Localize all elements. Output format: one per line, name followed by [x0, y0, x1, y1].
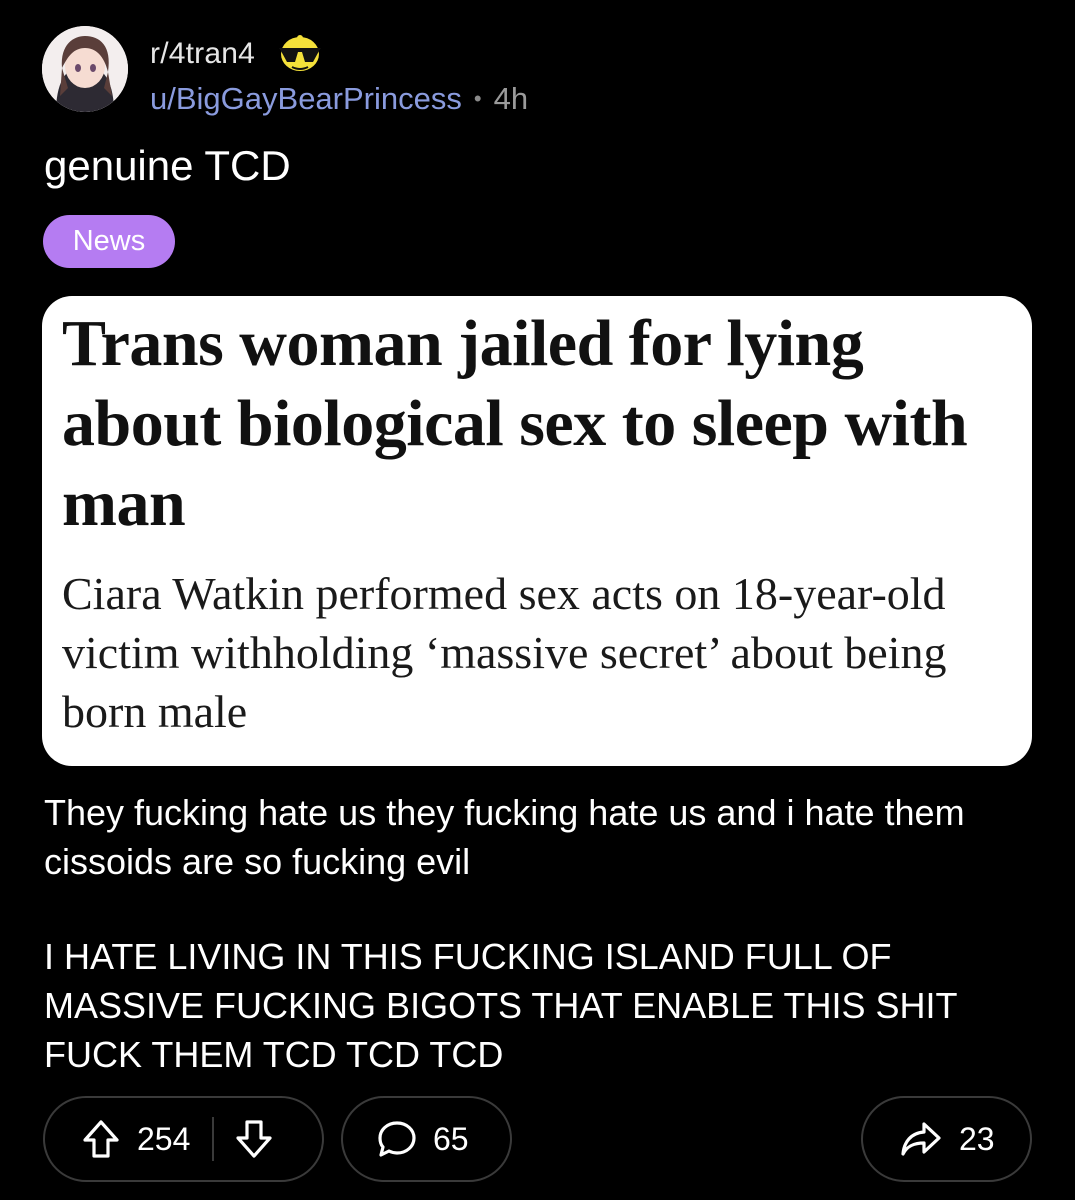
sunglasses-icon [279, 35, 321, 71]
downvote-icon[interactable] [234, 1118, 274, 1160]
article-standfirst: Ciara Watkin performed sex acts on 18-ye… [62, 568, 947, 737]
author-username[interactable]: u/BigGayBearPrincess [150, 81, 462, 117]
post-actions: 254 65 23 [43, 1096, 1033, 1184]
article-headline: Trans woman jailed for lying about biolo… [62, 307, 968, 540]
subreddit-name[interactable]: r/4tran4 [150, 37, 255, 71]
post-flair[interactable]: News [43, 215, 175, 268]
vote-divider [212, 1117, 215, 1161]
comment-icon [378, 1121, 416, 1157]
post-age: 4h [493, 81, 529, 116]
post-title[interactable]: genuine TCD [44, 142, 291, 190]
article-screenshot[interactable]: Trans woman jailed for lying about biolo… [42, 296, 1032, 766]
body-paragraph: They fucking hate us they fucking hate u… [44, 792, 965, 882]
share-icon [901, 1122, 941, 1156]
comment-count: 65 [433, 1120, 469, 1157]
upvote-count: 254 [137, 1120, 191, 1157]
separator-dot: • [473, 86, 482, 111]
vote-bar: 254 [43, 1096, 324, 1182]
post-header: r/4tran4 u/BigGayBearPrincess • 4h [42, 26, 742, 116]
comments-button[interactable]: 65 [341, 1096, 512, 1182]
subreddit-avatar[interactable] [42, 26, 128, 112]
share-count: 23 [959, 1120, 995, 1157]
body-paragraph: I HATE LIVING IN THIS FUCKING ISLAND FUL… [44, 936, 957, 1075]
share-button[interactable]: 23 [861, 1096, 1032, 1182]
post-body: They fucking hate us they fucking hate u… [44, 788, 1044, 1125]
upvote-icon[interactable] [81, 1118, 121, 1160]
